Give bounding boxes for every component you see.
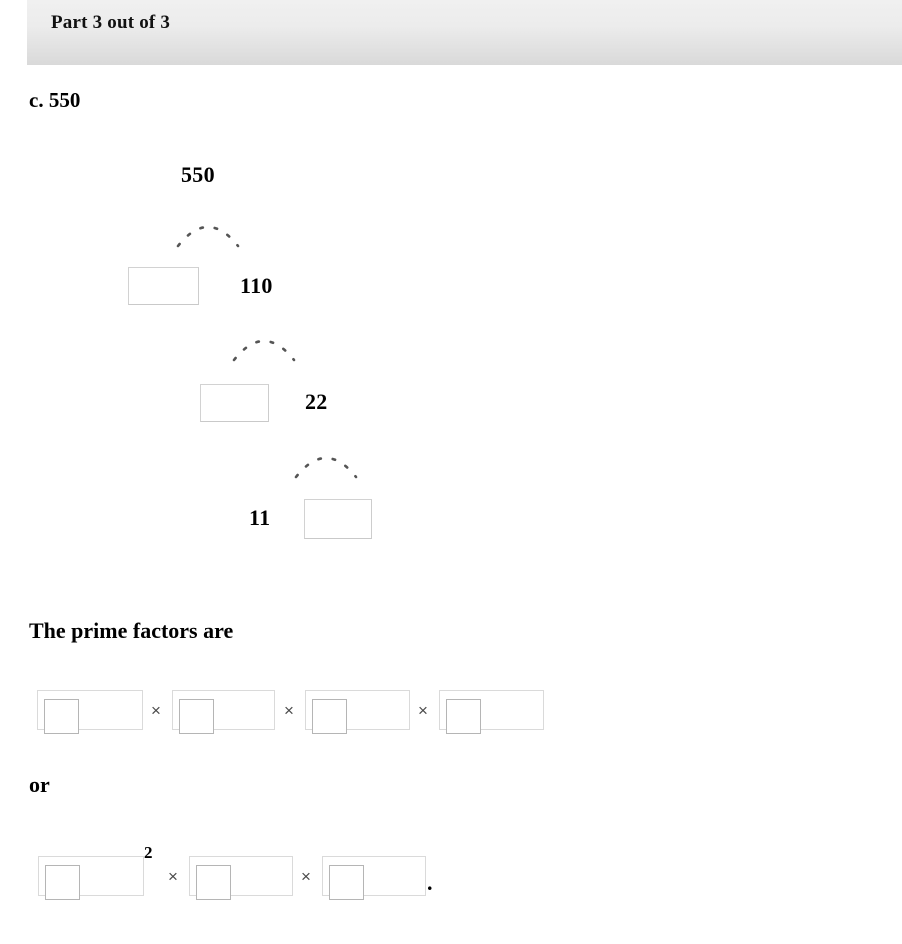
prime-factor-slot-4[interactable] [439,690,544,734]
tree-input-level1[interactable] [128,267,199,305]
tree-branch-1 [176,225,240,248]
exponent-two: 2 [144,843,153,862]
prime-power-input-3[interactable] [329,865,364,900]
multiply-separator-3: × [418,701,428,720]
prime-power-input-2[interactable] [196,865,231,900]
sentence-period: . [427,870,433,895]
multiply-separator-2: × [284,701,294,720]
or-label: or [29,772,50,797]
prime-factor-input-3[interactable] [312,699,347,734]
question-label: c. 550 [29,88,81,112]
part-title: Part 3 out of 3 [51,12,171,33]
prime-factor-slot-1[interactable] [37,690,143,734]
multiply-separator-5: × [301,867,311,886]
prime-power-input-1[interactable] [45,865,80,900]
tree-number-level3: 11 [249,505,271,530]
tree-input-level3[interactable] [304,499,372,539]
factor-tree: 550 110 22 11 [0,0,902,580]
multiply-separator-4: × [168,867,178,886]
prime-factor-input-1[interactable] [44,699,79,734]
tree-number-level1: 110 [240,273,273,298]
tree-root-number: 550 [181,162,215,187]
prime-factors-heading: The prime factors are [29,618,234,643]
prime-power-slot-1[interactable] [38,856,144,900]
tree-number-level2: 22 [305,389,328,414]
tree-input-level2[interactable] [200,384,269,422]
prime-factor-slot-3[interactable] [305,690,410,734]
prime-factor-slot-2[interactable] [172,690,275,734]
tree-branch-3 [294,456,358,479]
prime-power-slot-3[interactable] [322,856,426,900]
prime-power-slot-2[interactable] [189,856,293,900]
tree-branch-2 [232,339,296,362]
multiply-separator-1: × [151,701,161,720]
prime-factor-input-4[interactable] [446,699,481,734]
prime-factor-input-2[interactable] [179,699,214,734]
part-header-bar: Part 3 out of 3 [27,0,902,65]
